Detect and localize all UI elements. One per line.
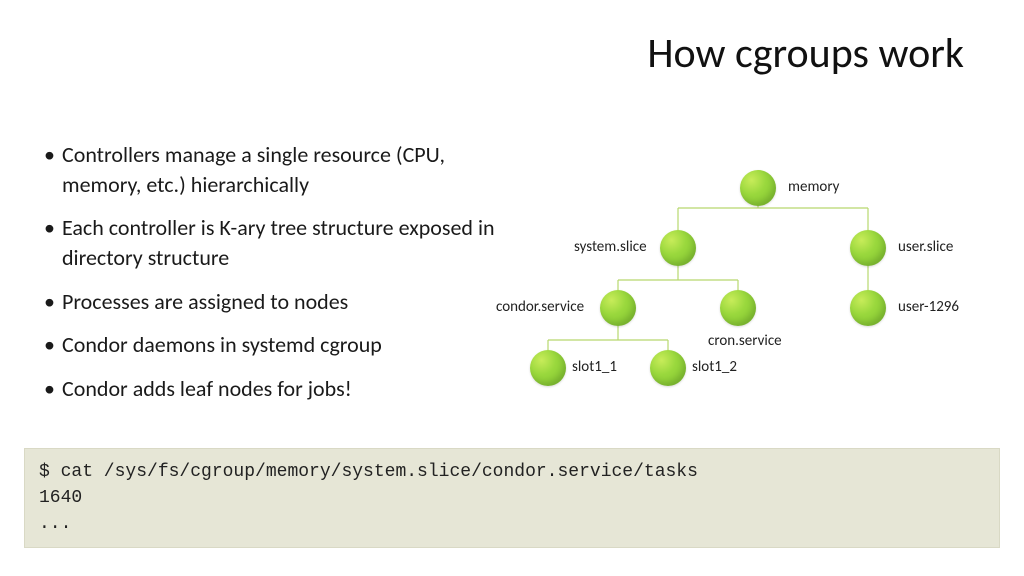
tree-label-system-slice: system.slice <box>574 238 647 256</box>
tree-node-system-slice <box>660 230 696 266</box>
tree-node-cron-service <box>720 290 756 326</box>
tree-label-condor-service: condor.service <box>496 298 584 316</box>
cgroup-tree-diagram: memory system.slice user.slice condor.se… <box>510 150 1010 410</box>
bullet-item: Processes are assigned to nodes <box>44 287 504 317</box>
bullet-item: Controllers manage a single resource (CP… <box>44 140 504 199</box>
tree-node-user-slice <box>850 230 886 266</box>
tree-label-user-1296: user-1296 <box>898 298 959 316</box>
tree-label-slot1-1: slot1_1 <box>572 358 617 376</box>
tree-node-condor-service <box>600 290 636 326</box>
tree-label-memory: memory <box>788 178 839 196</box>
tree-label-user-slice: user.slice <box>898 238 953 256</box>
bullet-item: Condor daemons in systemd cgroup <box>44 330 504 360</box>
tree-label-slot1-2: slot1_2 <box>692 358 737 376</box>
tree-node-slot1-2 <box>650 350 686 386</box>
tree-node-memory <box>740 170 776 206</box>
bullet-list: Controllers manage a single resource (CP… <box>44 140 504 418</box>
code-snippet: $ cat /sys/fs/cgroup/memory/system.slice… <box>24 448 1000 548</box>
tree-label-cron-service: cron.service <box>708 332 782 350</box>
bullet-item: Each controller is K-ary tree structure … <box>44 213 504 272</box>
tree-node-slot1-1 <box>530 350 566 386</box>
bullet-item: Condor adds leaf nodes for jobs! <box>44 374 504 404</box>
tree-node-user-1296 <box>850 290 886 326</box>
slide-title: How cgroups work <box>647 28 964 79</box>
